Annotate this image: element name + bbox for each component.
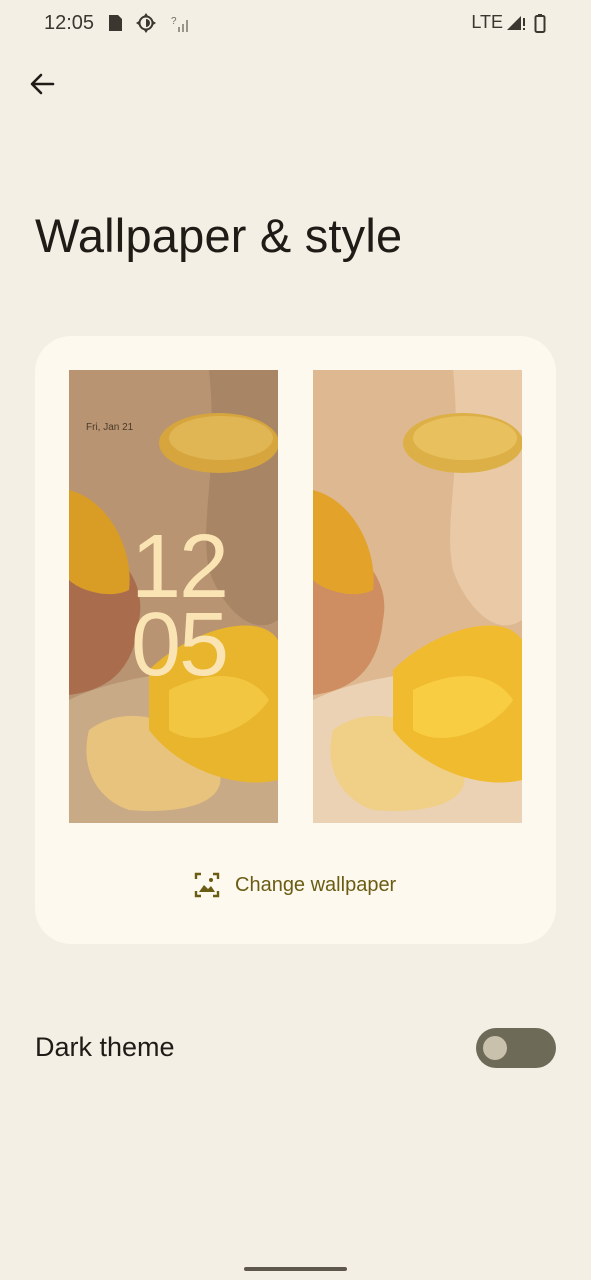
back-button[interactable] xyxy=(22,64,62,104)
signal-unknown-icon: ? xyxy=(171,16,188,32)
brightness-icon xyxy=(136,13,156,33)
status-icons-left: ? xyxy=(109,13,188,33)
wallpaper-picture-icon xyxy=(194,872,220,898)
clock-minute: 05 xyxy=(130,595,229,695)
status-bar: 12:05 ? LTE xyxy=(0,0,591,48)
dark-theme-label: Dark theme xyxy=(35,1032,175,1062)
wallpaper-image xyxy=(313,370,522,823)
wallpaper-preview-card: Fri, Jan 21 12 05 Change wallpaper xyxy=(35,336,556,944)
change-wallpaper-label: Change wallpaper xyxy=(235,873,397,896)
dark-theme-toggle[interactable] xyxy=(476,1028,556,1068)
sd-card-icon xyxy=(109,15,122,31)
lock-screen-clock: 12 05 xyxy=(119,522,239,695)
arrow-back-icon xyxy=(30,73,55,95)
dark-theme-row[interactable]: Dark theme xyxy=(0,1012,591,1084)
lock-screen-preview[interactable]: Fri, Jan 21 12 05 xyxy=(69,370,278,823)
home-screen-preview[interactable] xyxy=(313,370,522,823)
status-time: 12:05 xyxy=(44,12,95,34)
network-type: LTE xyxy=(471,12,503,32)
gesture-nav-handle[interactable] xyxy=(244,1267,347,1271)
signal-icon xyxy=(507,16,525,30)
battery-icon xyxy=(534,14,546,33)
svg-text:?: ? xyxy=(171,16,177,27)
change-wallpaper-button[interactable]: Change wallpaper xyxy=(193,868,396,902)
toggle-thumb xyxy=(483,1036,507,1060)
lock-screen-date: Fri, Jan 21 xyxy=(86,422,134,433)
status-icons-right xyxy=(507,14,546,33)
page-title: Wallpaper & style xyxy=(35,209,403,262)
